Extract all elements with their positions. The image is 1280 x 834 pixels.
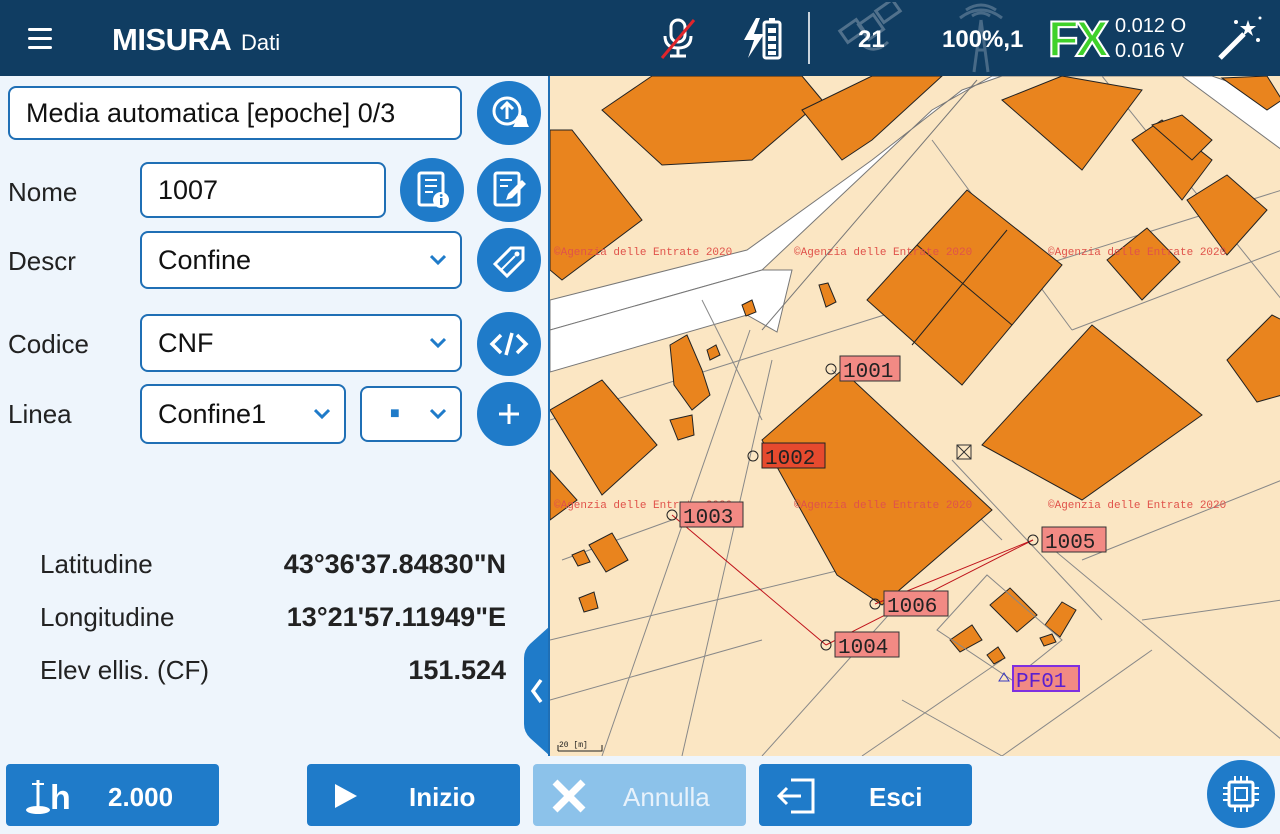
edit-note-button[interactable] [477,158,541,222]
line-value: Confine1 [158,398,267,429]
page-subtitle: Dati [241,30,281,55]
cadastral-map[interactable]: ©Agenzia delle Entrate 2020 ©Agenzia del… [550,76,1280,756]
data-percent: 100%,1 [942,26,1024,53]
line-style-value: ■ [390,405,400,422]
watermark-text: ©Agenzia delle Entrate 2020 [794,247,972,259]
point-label: PF01 [1016,671,1066,694]
menu-icon[interactable] [22,20,62,56]
alert-settings-button[interactable] [477,81,541,145]
watermark-text: ©Agenzia delle Entrate 2020 [1048,247,1226,259]
battery-charging-icon [744,18,782,60]
elevation-value: 151.524 [408,655,506,685]
chip-icon [1223,776,1259,812]
point-label: 1002 [765,448,815,471]
longitude-label: Longitudine [40,602,175,632]
satellite-count: 21 [858,26,885,53]
exit-icon [776,778,815,814]
accuracy-horizontal: 0.012 O [1115,15,1187,37]
name-input-value: 1007 [158,174,219,205]
accuracy-vertical: 0.016 V [1115,40,1184,62]
code-icon [489,332,529,356]
tag-button[interactable] [477,228,541,292]
station-pf01[interactable]: PF01 [998,665,1080,694]
edit-note-icon [493,171,526,207]
start-button[interactable]: Inizio [307,764,520,826]
line-style-select[interactable]: ■ [360,386,462,442]
scale-label: 20 [m] [559,741,588,750]
description-value: Confine [158,244,252,275]
point-label: 1005 [1045,532,1095,555]
antenna-height-button[interactable]: h 2.000 [6,764,219,826]
code-select[interactable]: CNF [140,314,462,372]
point-1004[interactable]: 1004 [820,631,900,660]
upload-bell-icon [492,96,529,127]
divider [808,12,810,64]
description-label: Descr [8,246,76,276]
watermark-text: ©Agenzia delle Entrate 2020 [554,247,732,259]
averaging-mode-field[interactable]: Media automatica [epoche] 0/3 [8,86,462,140]
play-icon [335,784,357,808]
description-select[interactable]: Confine [140,231,462,289]
microphone-muted-icon[interactable] [658,16,698,60]
name-label: Nome [8,177,78,207]
antenna-height-icon: h [26,779,71,816]
measure-panel: Media automatica [epoche] 0/3 Nome 1007 … [0,76,550,756]
chevron-down-icon [430,254,446,266]
point-label: 1004 [838,637,888,660]
collapse-panel-button[interactable] [524,626,550,756]
elevation-label: Elev ellis. (CF) [40,655,210,685]
plus-icon [499,404,519,424]
start-button-label: Inizio [409,782,476,812]
page-title: MISURA [112,22,232,57]
point-1002[interactable]: 1002 [747,442,826,471]
exit-button[interactable]: Esci [759,764,972,826]
cancel-button-label: Annulla [623,782,710,812]
map-view[interactable]: ©Agenzia delle Entrate 2020 ©Agenzia del… [548,76,1280,756]
notebook-info-icon [417,171,449,208]
antenna-height-value: 2.000 [108,782,174,812]
point-1005[interactable]: 1005 [1027,526,1107,555]
line-select[interactable]: Confine1 [140,384,346,444]
tag-icon [492,246,525,279]
code-label: Codice [8,329,89,359]
device-button[interactable] [1207,760,1275,828]
code-editor-button[interactable] [477,312,541,376]
chevron-down-icon [314,408,330,420]
top-bar: MISURA Dati 21 100%,1 FX 0.012 O 0.016 V [0,0,1280,76]
close-icon [552,779,586,813]
scale-bar: 20 [m] [557,741,603,752]
point-info-button[interactable] [400,158,464,222]
chevron-down-icon [430,408,446,420]
bottom-toolbar: h 2.000 Inizio Annulla Esci [0,756,1280,834]
cancel-button[interactable]: Annulla [533,764,746,826]
chevron-down-icon [430,337,446,349]
magic-wand-icon[interactable] [1212,12,1266,66]
point-label: 1006 [887,596,937,619]
averaging-mode-value: Media automatica [epoche] 0/3 [26,97,396,128]
point-label: 1001 [843,361,893,384]
fix-status: FX [1047,10,1110,68]
exit-button-label: Esci [869,782,923,812]
watermark-text: ©Agenzia delle Entrate 2020 [794,500,972,512]
latitude-value: 43°36'37.84830"N [283,549,506,579]
latitude-label: Latitudine [40,549,153,579]
target-marker-icon[interactable] [956,444,972,460]
add-line-button[interactable] [477,382,541,446]
point-label: 1003 [683,507,733,530]
svg-text:h: h [50,779,71,816]
line-label: Linea [8,399,72,429]
watermark-text: ©Agenzia delle Entrate 2020 [1048,500,1226,512]
name-input[interactable]: 1007 [140,162,386,218]
longitude-value: 13°21'57.11949"E [286,602,506,632]
code-value: CNF [158,327,214,358]
